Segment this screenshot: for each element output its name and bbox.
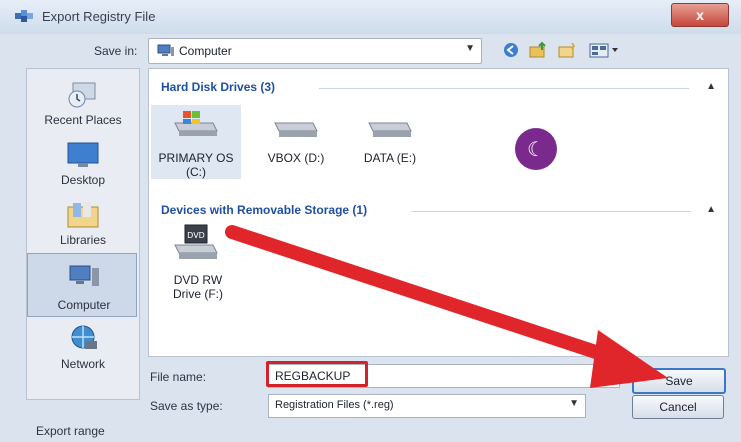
export-registry-dialog: Export Registry File x Save in: Computer… <box>0 0 741 442</box>
red-arrow-annotation <box>225 225 668 388</box>
